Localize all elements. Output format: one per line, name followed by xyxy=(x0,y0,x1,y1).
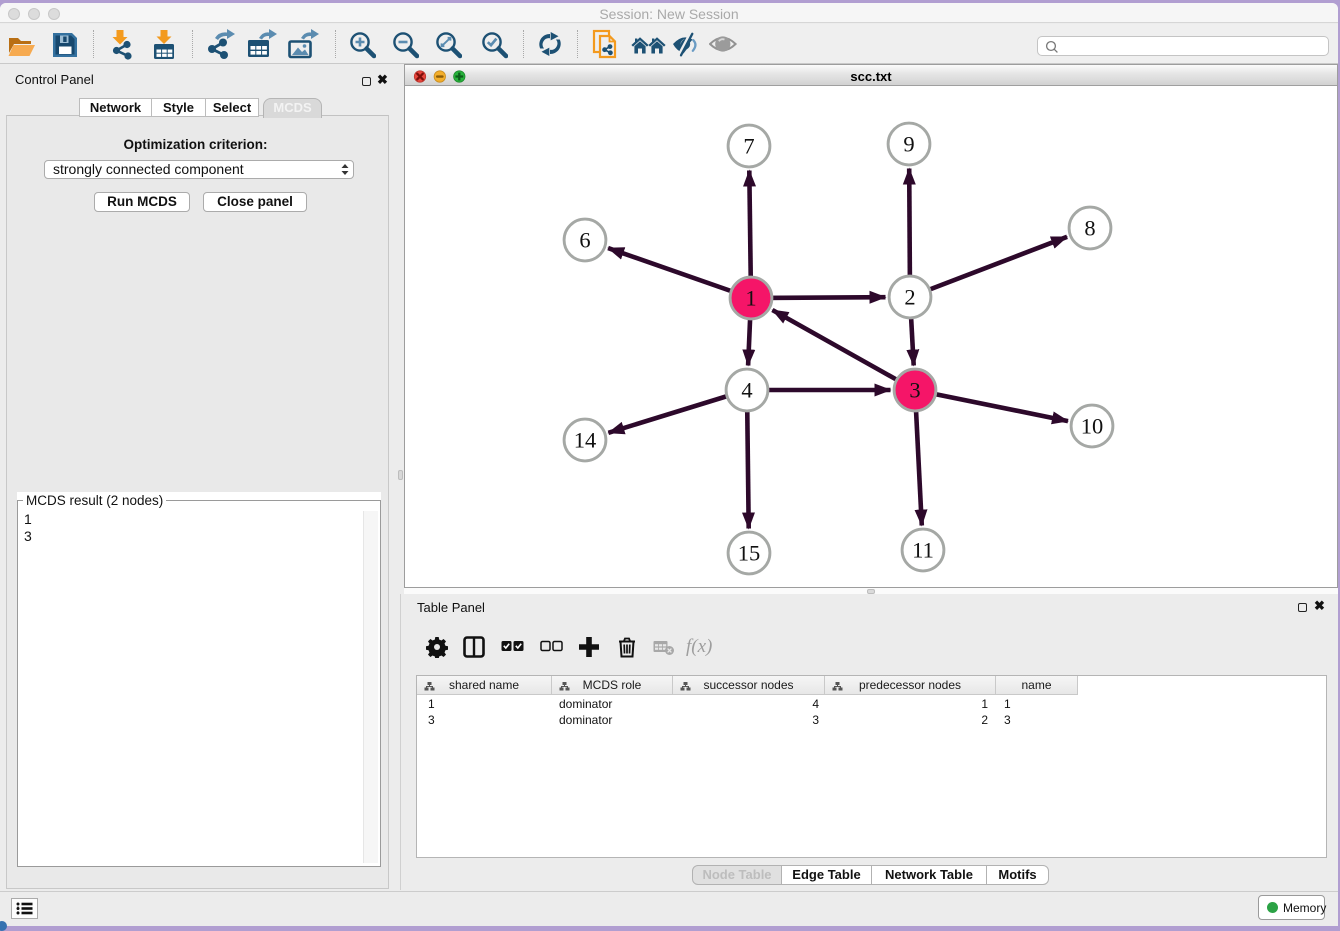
svg-text:15: 15 xyxy=(738,541,761,566)
svg-text:4: 4 xyxy=(741,378,752,403)
svg-text:11: 11 xyxy=(912,538,934,563)
svg-text:3: 3 xyxy=(909,378,920,403)
svg-text:2: 2 xyxy=(904,285,915,310)
svg-text:7: 7 xyxy=(743,134,754,159)
svg-text:9: 9 xyxy=(903,132,914,157)
svg-text:1: 1 xyxy=(745,286,756,311)
svg-text:6: 6 xyxy=(579,228,590,253)
svg-text:f(x): f(x) xyxy=(686,636,712,657)
svg-text:10: 10 xyxy=(1081,414,1104,439)
svg-text:14: 14 xyxy=(574,428,597,453)
svg-text:8: 8 xyxy=(1084,216,1095,241)
